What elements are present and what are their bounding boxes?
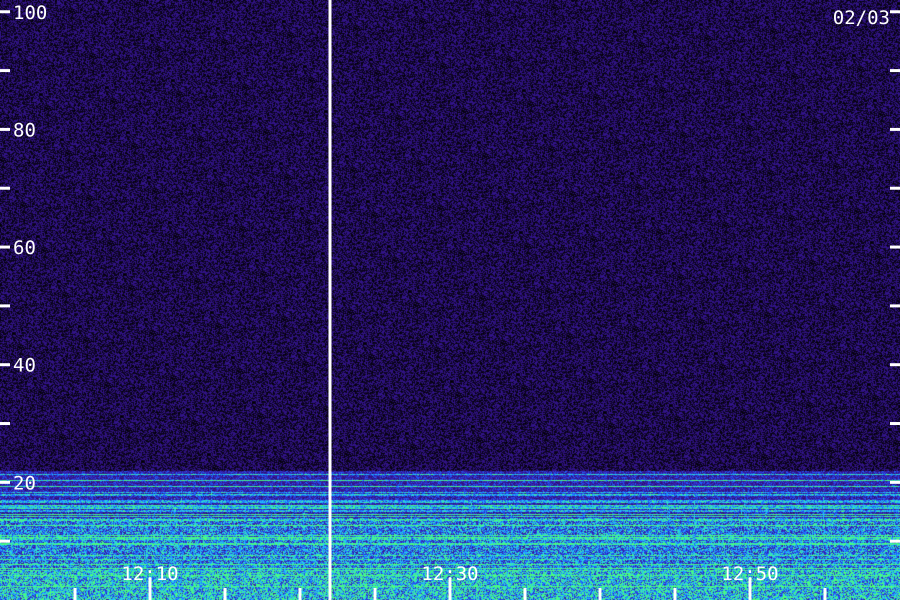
- x-tick-label-12:30: 12:30: [421, 563, 478, 585]
- y-tick-label-40: 40: [13, 355, 36, 377]
- x-tick-label-12:10: 12:10: [121, 563, 178, 585]
- axes-overlay: 20 40 60 80 100 12:10 12:30 12:50 02/03: [0, 0, 900, 600]
- spectrogram-plot: 20 40 60 80 100 12:10 12:30 12:50 02/03: [0, 0, 900, 600]
- x-axis-ticks: 12:10 12:30 12:50: [73, 563, 827, 600]
- y-axis-ticks: 20 40 60 80 100: [0, 2, 900, 543]
- date-label: 02/03: [833, 7, 890, 29]
- y-tick-label-100: 100: [13, 2, 47, 24]
- y-tick-label-20: 20: [13, 472, 36, 494]
- y-tick-label-80: 80: [13, 119, 36, 141]
- x-tick-label-12:50: 12:50: [721, 563, 778, 585]
- y-tick-label-60: 60: [13, 237, 36, 259]
